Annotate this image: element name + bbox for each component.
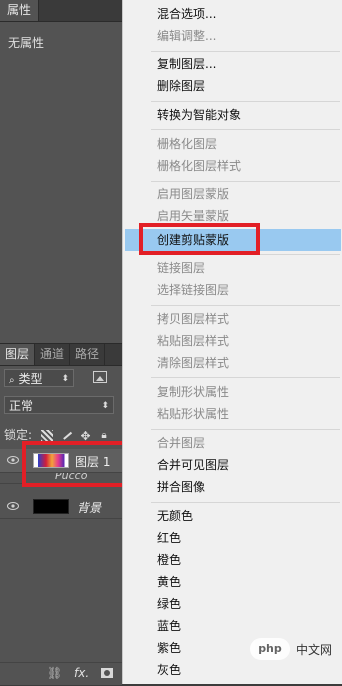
annotation-layer-box — [22, 441, 128, 487]
menu-separator — [151, 502, 340, 503]
menu-item-paste-layer-style[interactable]: 粘贴图层样式 — [157, 334, 229, 348]
menu-item-copy-layer-style[interactable]: 拷贝图层样式 — [157, 312, 229, 326]
layer-name[interactable]: 背景 — [77, 499, 101, 516]
annotation-menu-box — [139, 223, 260, 255]
menu-item-merge-visible[interactable]: 合并可见图层 — [157, 458, 229, 472]
menu-separator — [151, 101, 340, 102]
menu-separator — [151, 305, 340, 306]
move-icon[interactable]: ✥ — [81, 430, 93, 442]
add-mask-icon[interactable] — [101, 668, 113, 678]
tab-paths[interactable]: 路径 — [70, 344, 106, 365]
layers-footer: ⛓ fx. — [0, 662, 122, 686]
properties-tab[interactable]: 属性 — [0, 0, 40, 21]
tab-layers[interactable]: 图层 — [0, 344, 36, 365]
kind-filter-label: 类型 — [18, 372, 43, 386]
properties-body: 无属性 — [8, 36, 45, 50]
layer-thumbnail — [33, 499, 69, 514]
context-menu: 混合选项... 编辑调整... 复制图层... 删除图层 转换为智能对象 栅格化… — [122, 0, 342, 684]
menu-item-color-none[interactable]: 无颜色 — [157, 509, 193, 523]
menu-separator — [151, 51, 340, 52]
eye-icon[interactable] — [7, 455, 19, 465]
menu-item-color-orange[interactable]: 橙色 — [157, 553, 181, 567]
lock-label: 锁定: — [4, 428, 33, 442]
menu-item-blending-options[interactable]: 混合选项... — [157, 7, 216, 21]
menu-item-paste-shape-attributes[interactable]: 粘贴形状属性 — [157, 407, 229, 421]
menu-item-delete-layer[interactable]: 删除图层 — [157, 79, 205, 93]
menu-item-clear-layer-style[interactable]: 清除图层样式 — [157, 356, 229, 370]
menu-item-convert-smart-object[interactable]: 转换为智能对象 — [157, 108, 241, 122]
menu-separator — [151, 377, 340, 378]
menu-item-link-layers[interactable]: 链接图层 — [157, 261, 205, 275]
menu-item-merge-layers[interactable]: 合并图层 — [157, 436, 205, 450]
menu-item-color-green[interactable]: 绿色 — [157, 597, 181, 611]
kind-filter-dropdown[interactable]: ⌕ 类型 ⬍ — [4, 369, 74, 387]
menu-item-rasterize-layer[interactable]: 栅格化图层 — [157, 137, 217, 151]
watermark: php 中文网 — [249, 638, 332, 660]
blend-mode-dropdown[interactable]: 正常 ⬍ — [4, 396, 114, 414]
menu-item-color-yellow[interactable]: 黄色 — [157, 575, 181, 589]
lock-transparent-pixels-icon[interactable] — [40, 429, 53, 442]
eye-icon[interactable] — [7, 501, 19, 511]
search-icon: ⌕ — [9, 375, 15, 386]
menu-item-flatten-image[interactable]: 拼合图像 — [157, 480, 205, 494]
watermark-text: 中文网 — [295, 642, 332, 657]
menu-separator — [151, 429, 340, 430]
fx-button[interactable]: fx. — [74, 666, 89, 680]
menu-item-enable-vector-mask[interactable]: 启用矢量蒙版 — [157, 209, 229, 223]
tab-channels[interactable]: 通道 — [35, 344, 71, 365]
layer-row-background[interactable]: 背景 — [0, 495, 122, 519]
menu-item-rasterize-layer-style[interactable]: 栅格化图层样式 — [157, 159, 241, 173]
menu-item-enable-layer-mask[interactable]: 启用图层蒙版 — [157, 187, 229, 201]
menu-item-color-violet[interactable]: 紫色 — [157, 641, 181, 655]
blend-mode-label: 正常 — [9, 399, 34, 413]
menu-separator — [151, 181, 340, 182]
layers-tab-bar: 图层 通道 路径 — [0, 344, 122, 366]
menu-item-color-gray[interactable]: 灰色 — [157, 663, 181, 677]
php-logo: php — [249, 638, 290, 660]
menu-separator — [151, 129, 340, 130]
layers-panel: 图层 通道 路径 ⌕ 类型 ⬍ 正常 ⬍ 锁定: ✥ 🔒︎ 图层 1 Pucco… — [0, 343, 122, 685]
menu-item-select-linked-layers[interactable]: 选择链接图层 — [157, 283, 229, 297]
lock-icon[interactable]: 🔒︎ — [101, 430, 113, 442]
menu-item-color-blue[interactable]: 蓝色 — [157, 619, 181, 633]
image-filter-icon[interactable] — [93, 371, 107, 383]
menu-item-edit-adjustment[interactable]: 编辑调整... — [157, 29, 216, 43]
link-layers-icon[interactable]: ⛓ — [47, 666, 62, 680]
menu-item-duplicate-layer[interactable]: 复制图层... — [157, 57, 216, 71]
properties-tab-bar: 属性 — [0, 0, 122, 22]
lock-row: 锁定: ✥ 🔒︎ — [4, 426, 122, 442]
menu-item-copy-shape-attributes[interactable]: 复制形状属性 — [157, 385, 229, 399]
menu-item-color-red[interactable]: 红色 — [157, 531, 181, 545]
brush-icon[interactable] — [61, 429, 72, 440]
updown-icon: ⬍ — [101, 401, 109, 411]
updown-icon: ⬍ — [61, 374, 69, 384]
